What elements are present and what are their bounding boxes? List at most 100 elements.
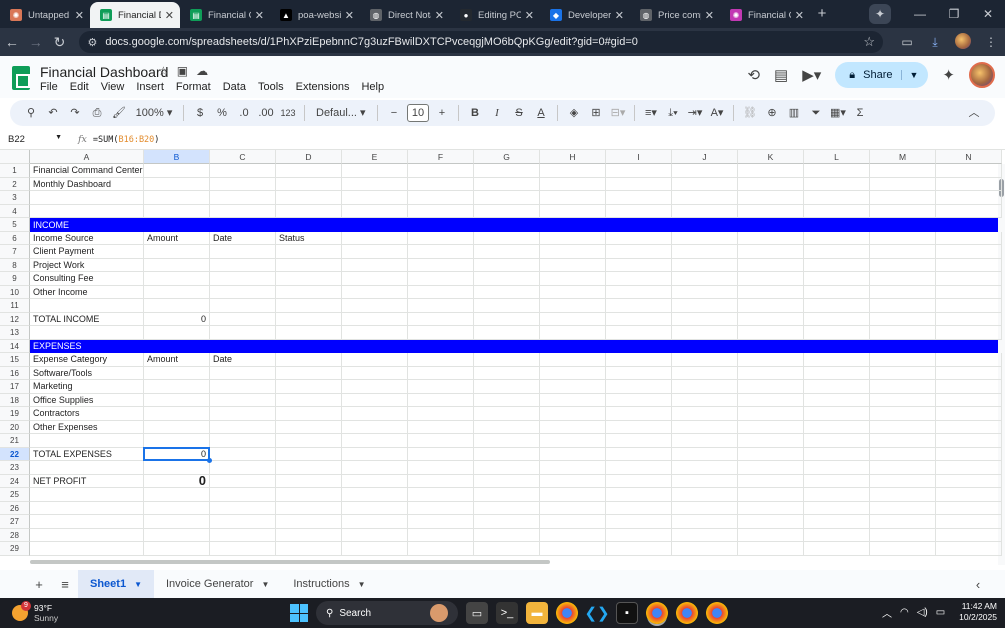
increase-font-size-icon[interactable]: + [431, 102, 453, 124]
cell[interactable] [276, 528, 342, 542]
cell[interactable] [408, 501, 474, 515]
column-header-c[interactable]: C [210, 150, 276, 164]
cell[interactable] [30, 191, 144, 205]
cell[interactable] [474, 204, 540, 218]
cell[interactable] [210, 326, 276, 340]
cell[interactable] [738, 177, 804, 191]
cell[interactable] [738, 501, 804, 515]
cell[interactable] [738, 528, 804, 542]
cell[interactable] [606, 528, 672, 542]
cell[interactable] [210, 245, 276, 259]
cell[interactable] [342, 528, 408, 542]
font-family-select[interactable]: Defaul... ▾ [310, 102, 372, 124]
browser-tab[interactable]: ▲ poa-website ✕ [270, 2, 360, 28]
increase-decimal-button[interactable]: .00 [255, 102, 277, 124]
cell[interactable] [210, 272, 276, 286]
cell[interactable] [408, 528, 474, 542]
cell[interactable] [144, 515, 210, 529]
cell[interactable] [672, 366, 738, 380]
cell[interactable] [936, 420, 1002, 434]
cell[interactable] [408, 272, 474, 286]
row-header[interactable]: 16 [0, 366, 30, 380]
cell[interactable] [474, 447, 540, 461]
cell[interactable] [936, 326, 1002, 340]
cell[interactable] [276, 299, 342, 313]
chevron-down-icon[interactable]: ▼ [358, 580, 366, 589]
cell[interactable] [738, 231, 804, 245]
reload-icon[interactable]: ↻ [48, 34, 72, 51]
cell[interactable] [804, 204, 870, 218]
column-header-a[interactable]: A [30, 150, 144, 164]
cell[interactable] [144, 245, 210, 259]
cell[interactable] [30, 204, 144, 218]
cell[interactable] [606, 380, 672, 394]
cell[interactable] [276, 515, 342, 529]
close-window-icon[interactable]: ✕ [971, 7, 1005, 21]
cell[interactable] [144, 299, 210, 313]
cell[interactable] [474, 380, 540, 394]
row-header[interactable]: 7 [0, 245, 30, 259]
share-button[interactable]: 🔒︎ Share ▼ [835, 62, 929, 88]
cell[interactable] [210, 177, 276, 191]
menu-item-view[interactable]: View [101, 81, 125, 93]
cell[interactable] [210, 501, 276, 515]
cell[interactable] [342, 501, 408, 515]
text-rotation-icon[interactable]: A▾ [706, 102, 728, 124]
cell[interactable] [210, 191, 276, 205]
cell[interactable] [672, 393, 738, 407]
cell[interactable] [936, 312, 1002, 326]
cell[interactable] [606, 542, 672, 556]
cell[interactable] [804, 393, 870, 407]
column-header-f[interactable]: F [408, 150, 474, 164]
merge-cells-icon[interactable]: ⊟▾ [607, 102, 629, 124]
cell[interactable] [540, 542, 606, 556]
row-header[interactable]: 23 [0, 461, 30, 475]
cell[interactable] [738, 366, 804, 380]
chevron-down-icon[interactable]: ▼ [134, 580, 142, 589]
cell[interactable] [804, 312, 870, 326]
cell[interactable] [936, 204, 1002, 218]
cell[interactable] [540, 407, 606, 421]
cell[interactable] [408, 326, 474, 340]
cell[interactable] [672, 326, 738, 340]
row-header[interactable]: 28 [0, 528, 30, 542]
cell[interactable] [474, 515, 540, 529]
browser-tab[interactable]: ● Editing POA ✕ [450, 2, 540, 28]
cell[interactable] [342, 326, 408, 340]
close-tab-icon[interactable]: ✕ [255, 9, 264, 22]
row-header[interactable]: 2 [0, 177, 30, 191]
cell[interactable] [738, 191, 804, 205]
cell[interactable] [606, 245, 672, 259]
row-header[interactable]: 1 [0, 164, 30, 178]
cell[interactable] [606, 326, 672, 340]
minimize-icon[interactable]: — [903, 7, 937, 21]
collapse-toolbar-icon[interactable]: ︿ [963, 102, 985, 124]
cell[interactable] [672, 285, 738, 299]
section-band[interactable]: EXPENSES [30, 339, 998, 353]
comments-icon[interactable]: ▤ [774, 66, 788, 84]
cell[interactable] [936, 245, 1002, 259]
profile-icon[interactable] [949, 32, 977, 52]
cell[interactable] [936, 299, 1002, 313]
all-sheets-icon[interactable]: ≡ [52, 577, 78, 592]
cell[interactable] [408, 474, 474, 488]
battery-icon[interactable]: ▭ [936, 607, 945, 618]
font-size-input[interactable]: 10 [407, 104, 429, 122]
cell[interactable]: Client Payment [30, 245, 144, 259]
cell[interactable] [672, 177, 738, 191]
fill-color-icon[interactable]: ◈ [563, 102, 585, 124]
cell[interactable] [672, 420, 738, 434]
cell[interactable] [276, 380, 342, 394]
cell[interactable] [474, 488, 540, 502]
cell[interactable] [936, 285, 1002, 299]
menu-item-file[interactable]: File [40, 81, 58, 93]
cell[interactable]: Financial Command Center [30, 164, 144, 178]
cell[interactable] [870, 312, 936, 326]
cell[interactable] [804, 177, 870, 191]
cell[interactable] [342, 407, 408, 421]
column-header-g[interactable]: G [474, 150, 540, 164]
cell[interactable] [474, 245, 540, 259]
decrease-font-size-icon[interactable]: − [383, 102, 405, 124]
cell[interactable] [474, 420, 540, 434]
cell[interactable] [540, 258, 606, 272]
